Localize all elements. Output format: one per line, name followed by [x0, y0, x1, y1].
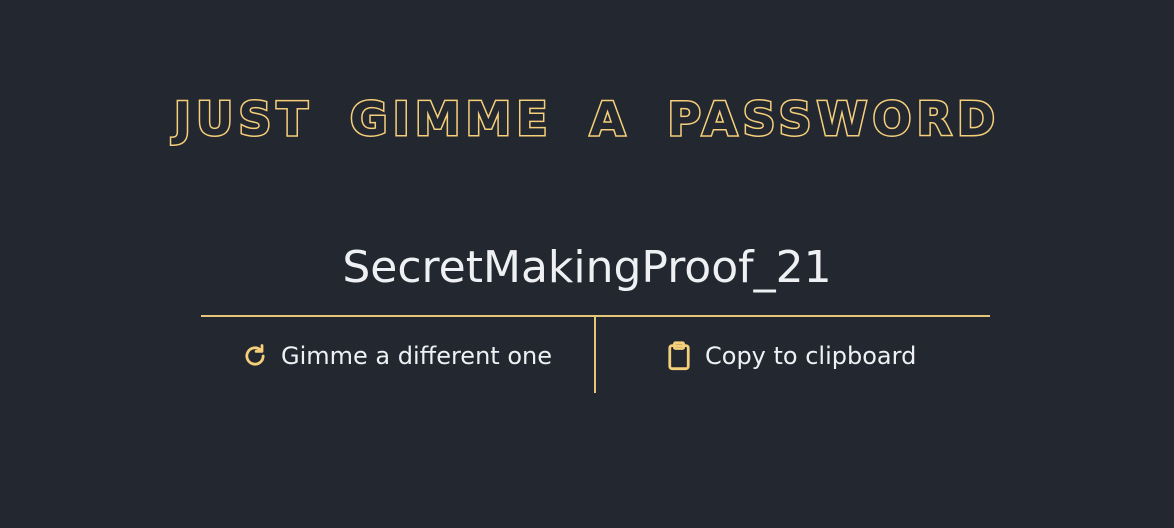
regenerate-button-label: Gimme a different one	[281, 342, 552, 370]
page-title: JUST GIMME A PASSWORD	[172, 92, 1001, 146]
copy-to-clipboard-button[interactable]: Copy to clipboard	[665, 330, 916, 382]
copy-button-label: Copy to clipboard	[705, 342, 917, 370]
regenerate-button[interactable]: Gimme a different one	[241, 330, 552, 382]
page: JUST GIMME A PASSWORD SecretMakingProof_…	[0, 0, 1174, 528]
refresh-icon	[241, 342, 269, 370]
clipboard-icon	[665, 341, 693, 371]
vertical-divider	[594, 317, 596, 393]
generated-password: SecretMakingProof_21	[342, 242, 832, 293]
